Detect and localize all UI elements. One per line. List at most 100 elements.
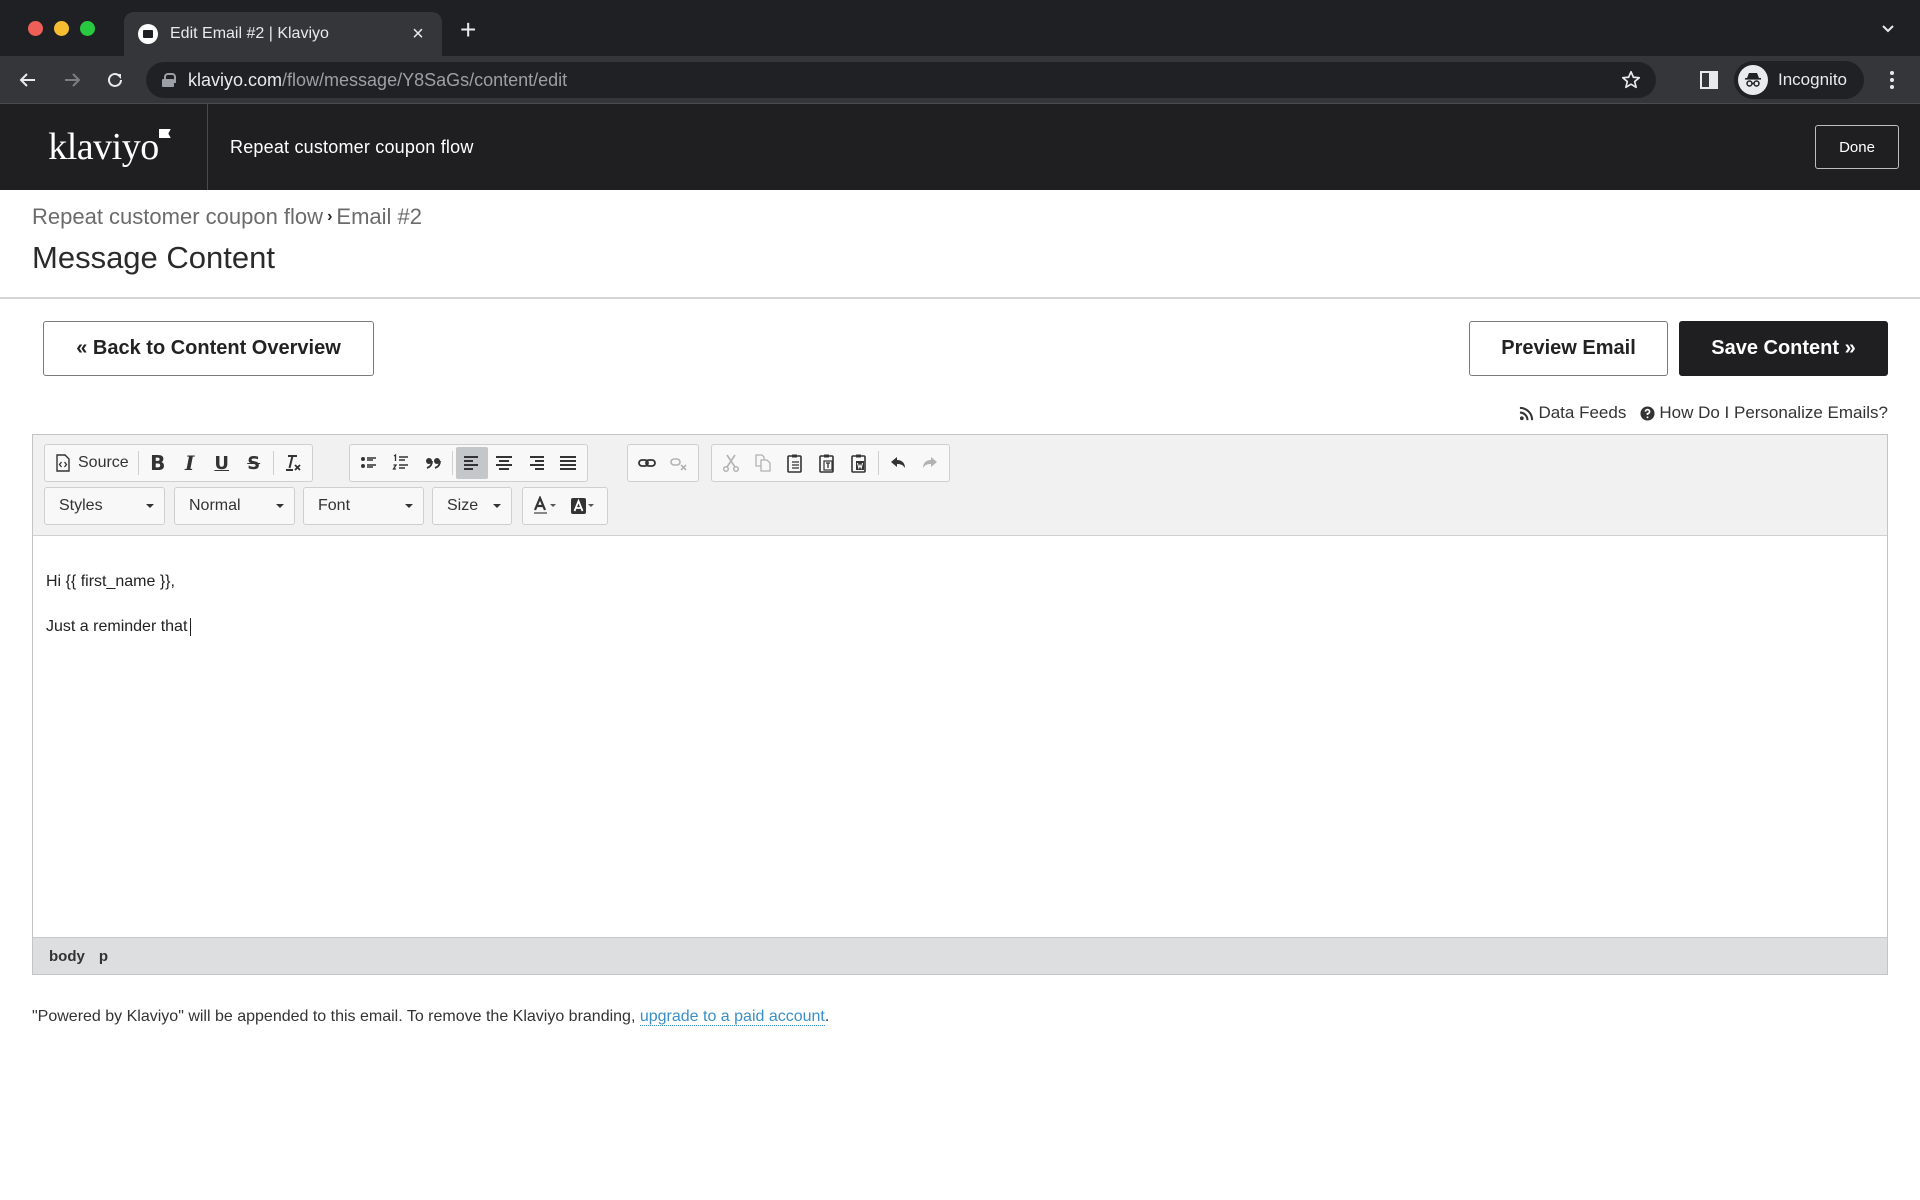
unlink-button[interactable] bbox=[663, 447, 695, 479]
editor-toolbar: Source B I U S Styles Normal Font Size bbox=[33, 435, 1887, 536]
preview-email-button[interactable]: Preview Email bbox=[1469, 321, 1668, 376]
branding-notice-suffix: . bbox=[824, 1008, 830, 1025]
browser-tab-active[interactable]: Edit Email #2 | Klaviyo × bbox=[124, 12, 442, 56]
blockquote-button[interactable] bbox=[417, 447, 449, 479]
bookmark-star-icon[interactable] bbox=[1620, 69, 1642, 91]
size-dropdown-value: Size bbox=[447, 497, 479, 514]
text-cursor bbox=[190, 617, 192, 636]
klaviyo-favicon-icon bbox=[138, 24, 158, 44]
browser-tabstrip: Edit Email #2 | Klaviyo × + bbox=[0, 0, 1920, 56]
size-dropdown[interactable]: Size bbox=[432, 487, 512, 525]
done-button[interactable]: Done bbox=[1815, 125, 1899, 169]
remove-format-button[interactable] bbox=[277, 447, 309, 479]
underline-button[interactable]: U bbox=[206, 447, 238, 479]
numbered-list-icon bbox=[392, 453, 408, 470]
branding-notice: "Powered by Klaviyo" will be appended to… bbox=[32, 1008, 829, 1026]
tab-search-button[interactable] bbox=[1880, 20, 1896, 41]
cut-button[interactable] bbox=[715, 447, 747, 479]
caret-down-icon bbox=[276, 504, 284, 508]
undo-button[interactable] bbox=[882, 447, 914, 479]
side-panel-icon[interactable] bbox=[1700, 71, 1718, 89]
data-feeds-label: Data Feeds bbox=[1538, 403, 1627, 422]
redo-button[interactable] bbox=[914, 447, 946, 479]
save-content-button[interactable]: Save Content » bbox=[1679, 321, 1888, 376]
browser-menu-icon[interactable] bbox=[1884, 68, 1900, 92]
align-left-button[interactable] bbox=[456, 447, 488, 479]
logo-text: klaviyo bbox=[48, 126, 159, 168]
url-path: /flow/message/Y8SaGs/content/edit bbox=[282, 69, 568, 90]
styles-dropdown[interactable]: Styles bbox=[44, 487, 165, 525]
copy-button[interactable] bbox=[747, 447, 779, 479]
align-center-icon bbox=[496, 456, 512, 470]
numbered-list-button[interactable] bbox=[385, 447, 417, 479]
toolbar-group-clipboard bbox=[711, 444, 950, 482]
bold-button[interactable]: B bbox=[142, 447, 174, 479]
help-links: Data Feeds How Do I Personalize Emails? bbox=[1505, 403, 1888, 423]
element-path-body[interactable]: body bbox=[49, 948, 85, 965]
background-color-button[interactable] bbox=[565, 490, 603, 522]
paste-text-button[interactable] bbox=[811, 447, 843, 479]
paste-from-word-button[interactable] bbox=[843, 447, 875, 479]
close-tab-icon[interactable]: × bbox=[408, 23, 428, 46]
toolbar-group-colors bbox=[522, 487, 608, 525]
data-feeds-link[interactable]: Data Feeds bbox=[1519, 403, 1626, 423]
forward-button[interactable] bbox=[58, 66, 86, 94]
editor-content-area[interactable]: Hi {{ first_name }}, Just a reminder tha… bbox=[33, 536, 1887, 939]
align-center-button[interactable] bbox=[488, 447, 520, 479]
text-color-icon bbox=[533, 496, 556, 514]
background-color-icon bbox=[571, 498, 594, 514]
element-path-bar: body p bbox=[33, 937, 1887, 974]
paste-text-icon bbox=[819, 454, 834, 473]
text-color-button[interactable] bbox=[527, 490, 565, 522]
caret-down-icon bbox=[405, 504, 413, 508]
question-circle-icon bbox=[1640, 405, 1655, 421]
align-right-icon bbox=[530, 456, 544, 470]
new-tab-button[interactable]: + bbox=[460, 16, 476, 44]
toolbar-group-lists bbox=[349, 444, 588, 482]
incognito-profile-button[interactable]: Incognito bbox=[1734, 61, 1864, 99]
breadcrumb-flow-link[interactable]: Repeat customer coupon flow bbox=[32, 204, 323, 230]
chevron-right-icon: › bbox=[327, 208, 333, 225]
minimize-window-button[interactable] bbox=[54, 21, 69, 36]
branding-notice-text: "Powered by Klaviyo" will be appended to… bbox=[32, 1008, 640, 1025]
copy-icon bbox=[755, 454, 771, 472]
arrow-left-icon bbox=[19, 73, 35, 87]
insert-link-button[interactable] bbox=[631, 447, 663, 479]
upgrade-account-link[interactable]: upgrade to a paid account bbox=[639, 1008, 825, 1026]
personalize-emails-link[interactable]: How Do I Personalize Emails? bbox=[1640, 403, 1888, 423]
bold-icon: B bbox=[150, 451, 166, 475]
header-divider bbox=[0, 297, 1920, 299]
maximize-window-button[interactable] bbox=[80, 21, 95, 36]
source-button[interactable]: Source bbox=[48, 447, 135, 479]
profile-label: Incognito bbox=[1778, 70, 1847, 89]
justify-button[interactable] bbox=[552, 447, 584, 479]
unlink-icon bbox=[670, 458, 687, 471]
chevron-down-icon bbox=[1882, 25, 1894, 33]
scissors-icon bbox=[722, 454, 740, 473]
flow-title: Repeat customer coupon flow bbox=[230, 136, 474, 157]
strikethrough-button[interactable]: S bbox=[238, 447, 270, 479]
back-to-content-overview-button[interactable]: « Back to Content Overview bbox=[43, 321, 374, 376]
redo-icon bbox=[923, 457, 937, 468]
back-button[interactable] bbox=[14, 66, 42, 94]
align-left-icon bbox=[464, 456, 478, 470]
format-dropdown-value: Normal bbox=[189, 497, 241, 514]
format-dropdown[interactable]: Normal bbox=[174, 487, 295, 525]
bulleted-list-button[interactable] bbox=[353, 447, 385, 479]
align-right-button[interactable] bbox=[520, 447, 552, 479]
klaviyo-logo[interactable]: klaviyo bbox=[0, 104, 208, 190]
paste-icon bbox=[787, 454, 802, 473]
breadcrumb-current: Email #2 bbox=[336, 204, 422, 229]
source-icon bbox=[56, 454, 70, 472]
rich-text-editor: Source B I U S Styles Normal Font Size H… bbox=[32, 434, 1888, 975]
close-window-button[interactable] bbox=[28, 21, 43, 36]
element-path-p[interactable]: p bbox=[99, 948, 108, 965]
paste-button[interactable] bbox=[779, 447, 811, 479]
incognito-icon bbox=[1738, 65, 1768, 95]
caret-down-icon bbox=[493, 504, 501, 508]
address-bar[interactable]: klaviyo.com/flow/message/Y8SaGs/content/… bbox=[146, 62, 1656, 98]
remove-format-icon bbox=[285, 455, 301, 471]
italic-button[interactable]: I bbox=[174, 447, 206, 479]
reload-button[interactable] bbox=[101, 66, 129, 94]
font-dropdown[interactable]: Font bbox=[303, 487, 424, 525]
